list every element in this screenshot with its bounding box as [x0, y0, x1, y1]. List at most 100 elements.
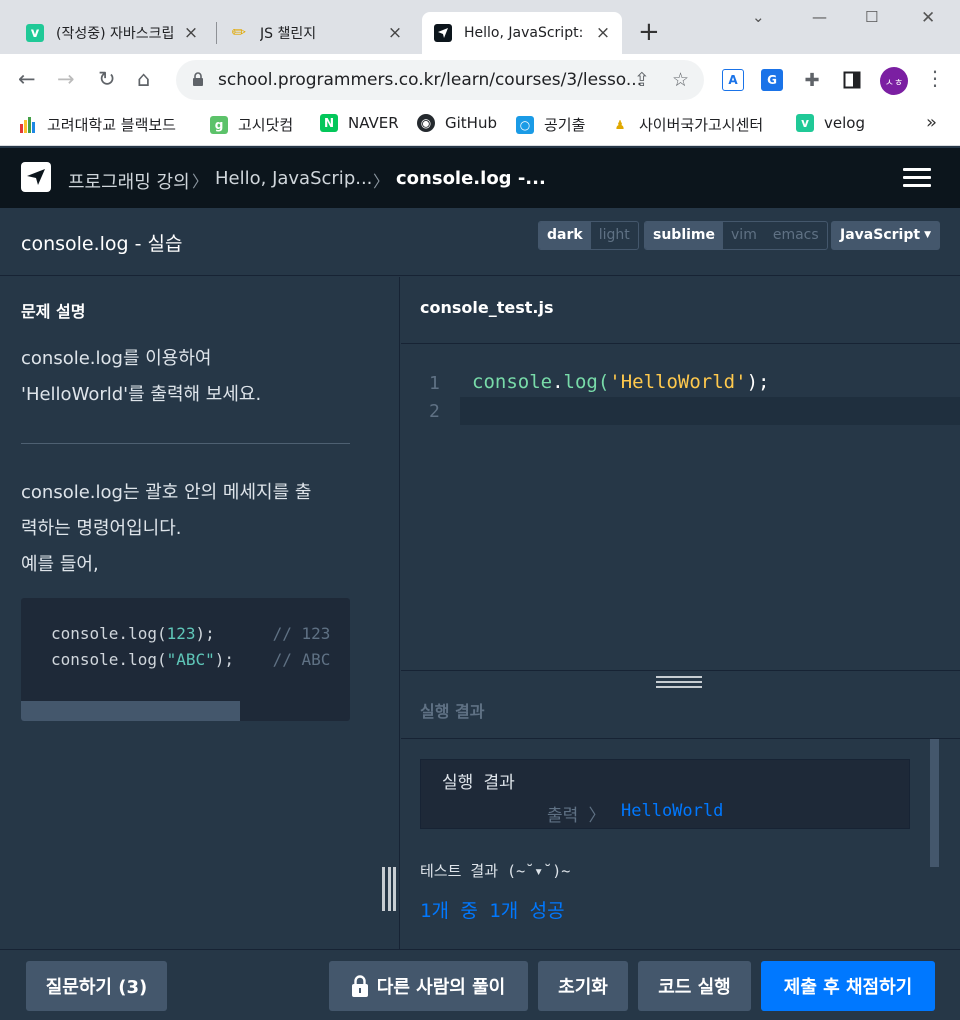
side-panel-icon[interactable]: [841, 69, 863, 91]
velog-icon: v: [26, 24, 44, 42]
window-close-icon[interactable]: ✕: [921, 8, 935, 28]
bookmark-gonggichul[interactable]: ○ 공기출: [516, 114, 585, 135]
reset-button[interactable]: 초기화: [538, 961, 628, 1011]
browser-tab-js-challenge[interactable]: ✏ JS 챌린지 ×: [218, 12, 414, 54]
back-arrow-icon[interactable]: ←: [18, 67, 36, 91]
code-editor[interactable]: 1 2 console.log('HelloWorld');: [401, 343, 960, 670]
url-omnibox[interactable]: school.programmers.co.kr/learn/courses/3…: [176, 60, 704, 100]
new-tab-button[interactable]: +: [638, 18, 660, 46]
close-icon[interactable]: ×: [180, 23, 202, 43]
language-select[interactable]: JavaScript ▼: [831, 221, 940, 250]
desc-line: 예를 들어,: [21, 554, 99, 575]
more-menu-icon[interactable]: ⋮: [925, 66, 945, 90]
keymap-emacs-option[interactable]: emacs: [765, 222, 827, 249]
profile-avatar[interactable]: ㅅㅎ: [880, 67, 908, 95]
hamburger-menu-icon[interactable]: [903, 168, 931, 188]
editor-filename: console_test.js: [420, 298, 554, 317]
bookmark-gosi[interactable]: g 고시닷컴: [210, 114, 293, 135]
bookmark-naver[interactable]: N NAVER: [320, 114, 399, 132]
problem-intro: console.log를 이용하여 'HelloWorld'를 출력해 보세요.: [21, 341, 261, 413]
line-number: 1: [429, 373, 440, 394]
browser-tab-active[interactable]: Hello, JavaScript: ×: [422, 12, 622, 54]
others-solutions-button[interactable]: 다른 사람의 풀이: [329, 961, 528, 1011]
bar-chart-icon: [19, 116, 37, 134]
extensions-puzzle-icon[interactable]: ✚: [801, 69, 823, 91]
bookmark-github[interactable]: ◉ GitHub: [417, 114, 497, 132]
vertical-scrollbar[interactable]: [930, 739, 939, 867]
keymap-sublime-option[interactable]: sublime: [645, 222, 724, 249]
theme-dark-option[interactable]: dark: [539, 222, 591, 249]
url-text[interactable]: school.programmers.co.kr/learn/courses/3…: [218, 70, 642, 90]
forward-arrow-icon[interactable]: →: [57, 67, 75, 91]
vertical-resize-handle[interactable]: [382, 867, 396, 911]
site-navbar: 프로그래밍 강의 〉 Hello, JavaScrip... 〉 console…: [0, 148, 960, 208]
share-icon[interactable]: ⇪: [634, 69, 650, 91]
address-bar: ← → ↻ ⌂ school.programmers.co.kr/learn/c…: [0, 54, 960, 106]
gosi-icon: g: [210, 115, 228, 134]
horizontal-scrollbar[interactable]: [21, 701, 240, 721]
bookmark-velog[interactable]: v velog: [796, 114, 865, 132]
tab-divider: [216, 22, 217, 44]
bookmark-cyber-exam[interactable]: ♟ 사이버국가고시센터: [611, 114, 764, 135]
translate-a-extension-icon[interactable]: A: [722, 69, 744, 91]
programmers-logo[interactable]: [21, 162, 51, 192]
tab-title: JS 챌린지: [260, 26, 317, 42]
run-output-title: 실행 결과: [442, 773, 515, 793]
divider: [21, 443, 350, 444]
browser-tab-bar: v (작성중) 자바스크립 × ✏ JS 챌린지 × Hello, JavaSc…: [0, 0, 960, 54]
run-code-button[interactable]: 코드 실행: [638, 961, 751, 1011]
lesson-header: console.log - 실습 dark light sublime vim …: [0, 208, 960, 276]
theme-light-option[interactable]: light: [591, 222, 638, 249]
theme-toggle: dark light: [538, 221, 639, 250]
reload-icon[interactable]: ↻: [98, 67, 116, 91]
bookmark-korea-univ[interactable]: 고려대학교 블랙보드: [19, 114, 176, 135]
submit-button[interactable]: 제출 후 채점하기: [761, 961, 935, 1011]
example-line-2: console.log("ABC"); // ABC: [51, 650, 331, 669]
example-code-block: console.log(123); // 123 console.log("AB…: [21, 598, 350, 721]
tab-search-icon[interactable]: ⌄: [752, 8, 765, 26]
breadcrumb-course-list[interactable]: 프로그래밍 강의: [68, 168, 190, 194]
chevron-right-icon: 〉: [192, 172, 209, 191]
desc-line: 력하는 명령어입니다.: [21, 518, 182, 539]
velog-icon: v: [796, 114, 814, 132]
browser-tab-velog[interactable]: v (작성중) 자바스크립 ×: [14, 12, 210, 54]
github-icon: ◉: [417, 114, 435, 132]
lock-icon: [351, 975, 368, 997]
lock-icon: [193, 72, 203, 86]
ask-question-button[interactable]: 질문하기 (3): [26, 961, 167, 1011]
pencil-icon: ✏: [231, 23, 247, 43]
problem-heading: 문제 설명: [21, 302, 86, 321]
bookmark-star-icon[interactable]: ☆: [672, 69, 689, 91]
chevron-right-icon: 〉: [373, 172, 390, 191]
minimize-icon[interactable]: —: [812, 8, 827, 26]
maximize-icon[interactable]: ☐: [865, 8, 878, 26]
line-number: 2: [429, 401, 440, 422]
output-label: 출력 〉: [547, 806, 606, 826]
problem-body: console.log는 괄호 안의 메세지를 출 력하는 명령어입니다. 예를…: [21, 475, 311, 583]
close-icon[interactable]: ×: [592, 23, 614, 43]
keymap-vim-option[interactable]: vim: [723, 222, 765, 249]
keymap-toggle: sublime vim emacs: [644, 221, 828, 250]
horizontal-resize-handle[interactable]: [656, 676, 702, 688]
editor-pane: console_test.js 1 2 console.log('HelloWo…: [401, 277, 960, 949]
problem-pane: 문제 설명 console.log를 이용하여 'HelloWorld'를 출력…: [0, 277, 400, 949]
tab-title: (작성중) 자바스크립: [56, 26, 175, 42]
test-result-summary: 1개 중 1개 성공: [420, 900, 565, 922]
output-value: HelloWorld: [621, 801, 724, 821]
test-result-title: 테스트 결과 (~˘▾˘)~: [420, 862, 571, 880]
naver-icon: N: [320, 114, 338, 132]
result-heading: 실행 결과: [420, 702, 485, 721]
bookmarks-overflow-icon[interactable]: »: [926, 112, 937, 133]
example-line-1: console.log(123); // 123: [51, 624, 331, 643]
home-icon[interactable]: ⌂: [137, 67, 150, 91]
people-icon: ♟: [614, 117, 626, 132]
tab-title: Hello, JavaScript:: [464, 25, 584, 41]
close-icon[interactable]: ×: [384, 23, 406, 43]
code-line-1[interactable]: console.log('HelloWorld');: [472, 371, 769, 393]
bookmarks-bar: 고려대학교 블랙보드 g 고시닷컴 N NAVER ◉ GitHub ○ 공기출…: [0, 106, 960, 146]
desc-line: console.log를 이용하여: [21, 348, 212, 369]
google-translate-icon[interactable]: G: [761, 69, 783, 91]
breadcrumb-course[interactable]: Hello, JavaScrip...: [215, 168, 372, 189]
run-output-box: 실행 결과 출력 〉 HelloWorld: [420, 759, 910, 829]
action-footer: 질문하기 (3) 다른 사람의 풀이 초기화 코드 실행 제출 후 채점하기: [0, 949, 960, 1020]
